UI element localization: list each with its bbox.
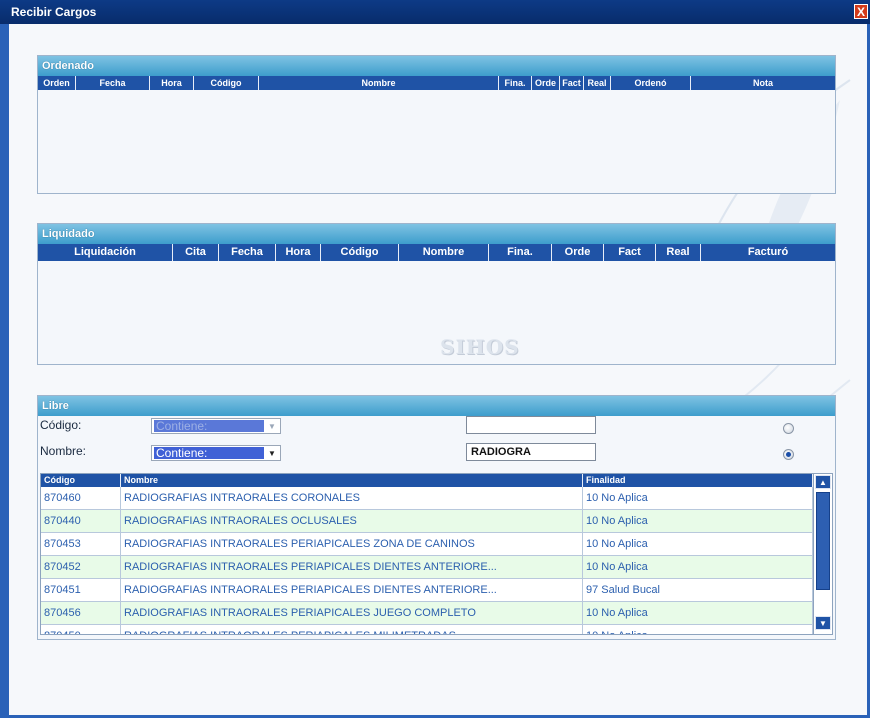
ordenado-title: Ordenado (38, 56, 835, 76)
close-icon[interactable]: X (854, 4, 868, 19)
table-row[interactable]: 870453 RADIOGRAFIAS INTRAORALES PERIAPIC… (41, 533, 832, 556)
cell-nombre: RADIOGRAFIAS INTRAORALES PERIAPICALES DI… (121, 556, 583, 578)
chevron-down-icon: ▼ (268, 448, 276, 458)
cell-nombre: RADIOGRAFIAS INTRAORALES OCLUSALES (121, 510, 583, 532)
cell-nombre: RADIOGRAFIAS INTRAORALES PERIAPICALES DI… (121, 579, 583, 601)
col-fina[interactable]: Fina. (489, 244, 552, 261)
cell-nombre: RADIOGRAFIAS INTRAORALES PERIAPICALES ZO… (121, 533, 583, 555)
results-scrollbar[interactable]: ▲ ▼ (813, 474, 832, 634)
codigo-filter-value: Contiene: (154, 420, 264, 432)
cell-finalidad: 10 No Aplica (583, 602, 813, 624)
col-hora[interactable]: Hora (276, 244, 321, 261)
liquidado-panel: Liquidado Liquidación Cita Fecha Hora Có… (37, 223, 836, 365)
liquidado-grid-header: Liquidación Cita Fecha Hora Código Nombr… (38, 244, 835, 261)
codigo-input[interactable] (466, 416, 596, 434)
col-codigo[interactable]: Código (321, 244, 399, 261)
ordenado-panel: Ordenado Orden Fecha Hora Código Nombre … (37, 55, 836, 194)
cell-finalidad: 97 Salud Bucal (583, 579, 813, 601)
col-codigo[interactable]: Código (194, 76, 259, 90)
libre-title: Libre (38, 396, 835, 416)
col-nombre[interactable]: Nombre (121, 474, 583, 487)
window-title: Recibir Cargos (11, 5, 97, 19)
col-real[interactable]: Real (584, 76, 611, 90)
results-grid-header: Código Nombre Finalidad (41, 474, 832, 487)
cell-codigo: 870440 (41, 510, 121, 532)
sihos-watermark-logo: SIHOS (440, 335, 520, 359)
table-row[interactable]: 870460 RADIOGRAFIAS INTRAORALES CORONALE… (41, 487, 832, 510)
col-hora[interactable]: Hora (150, 76, 194, 90)
cell-codigo: 870453 (41, 533, 121, 555)
scrollbar-thumb[interactable] (816, 492, 830, 590)
cell-finalidad: 10 No Aplica (583, 533, 813, 555)
col-finalidad[interactable]: Finalidad (583, 474, 813, 487)
table-row[interactable]: 870451 RADIOGRAFIAS INTRAORALES PERIAPIC… (41, 579, 832, 602)
col-nombre[interactable]: Nombre (399, 244, 489, 261)
cell-codigo: 870460 (41, 487, 121, 509)
scroll-up-icon[interactable]: ▲ (815, 475, 831, 489)
table-row[interactable]: 870440 RADIOGRAFIAS INTRAORALES OCLUSALE… (41, 510, 832, 533)
codigo-label: Código: (40, 418, 82, 432)
codigo-filter-select[interactable]: Contiene: ▼ (151, 418, 281, 434)
cell-codigo: 870456 (41, 602, 121, 624)
nombre-search-radio[interactable] (783, 449, 794, 460)
col-nota[interactable]: Nota (691, 76, 835, 90)
col-real[interactable]: Real (656, 244, 701, 261)
cell-finalidad: 10 No Aplica (583, 556, 813, 578)
col-fecha[interactable]: Fecha (219, 244, 276, 261)
col-orde[interactable]: Orde (532, 76, 560, 90)
cell-codigo: 870451 (41, 579, 121, 601)
col-codigo[interactable]: Código (41, 474, 121, 487)
cell-codigo: 870450 (41, 625, 121, 634)
col-nombre[interactable]: Nombre (259, 76, 499, 90)
cell-nombre: RADIOGRAFIAS INTRAORALES CORONALES (121, 487, 583, 509)
nombre-input[interactable]: RADIOGRA (466, 443, 596, 461)
table-row[interactable]: 870452 RADIOGRAFIAS INTRAORALES PERIAPIC… (41, 556, 832, 579)
chevron-down-icon: ▼ (268, 421, 276, 431)
cell-finalidad: 10 No Aplica (583, 625, 813, 634)
codigo-search-radio[interactable] (783, 423, 794, 434)
nombre-filter-select[interactable]: Contiene: ▼ (151, 445, 281, 461)
col-fact[interactable]: Fact (604, 244, 656, 261)
ordenado-grid-header: Orden Fecha Hora Código Nombre Fina. Ord… (38, 76, 835, 90)
col-fina[interactable]: Fina. (499, 76, 532, 90)
cell-nombre: RADIOGRAFIAS INTRAORALES PERIAPICALES MI… (121, 625, 583, 634)
col-facturo[interactable]: Facturó (701, 244, 835, 261)
table-row[interactable]: 870456 RADIOGRAFIAS INTRAORALES PERIAPIC… (41, 602, 832, 625)
col-fact[interactable]: Fact (560, 76, 584, 90)
cell-finalidad: 10 No Aplica (583, 487, 813, 509)
scroll-down-icon[interactable]: ▼ (815, 616, 831, 630)
results-grid: Código Nombre Finalidad 870460 RADIOGRAF… (40, 473, 833, 635)
title-bar: Recibir Cargos X (0, 0, 870, 24)
liquidado-title: Liquidado (38, 224, 835, 244)
col-ordeno[interactable]: Ordenó (611, 76, 691, 90)
col-fecha[interactable]: Fecha (76, 76, 150, 90)
table-row[interactable]: 870450 RADIOGRAFIAS INTRAORALES PERIAPIC… (41, 625, 832, 634)
nombre-filter-value: Contiene: (154, 447, 264, 459)
col-orden[interactable]: Orden (38, 76, 76, 90)
col-liquidacion[interactable]: Liquidación (38, 244, 173, 261)
col-cita[interactable]: Cita (173, 244, 219, 261)
cell-codigo: 870452 (41, 556, 121, 578)
nombre-label: Nombre: (40, 444, 87, 458)
col-orde[interactable]: Orde (552, 244, 604, 261)
cell-nombre: RADIOGRAFIAS INTRAORALES PERIAPICALES JU… (121, 602, 583, 624)
cell-finalidad: 10 No Aplica (583, 510, 813, 532)
